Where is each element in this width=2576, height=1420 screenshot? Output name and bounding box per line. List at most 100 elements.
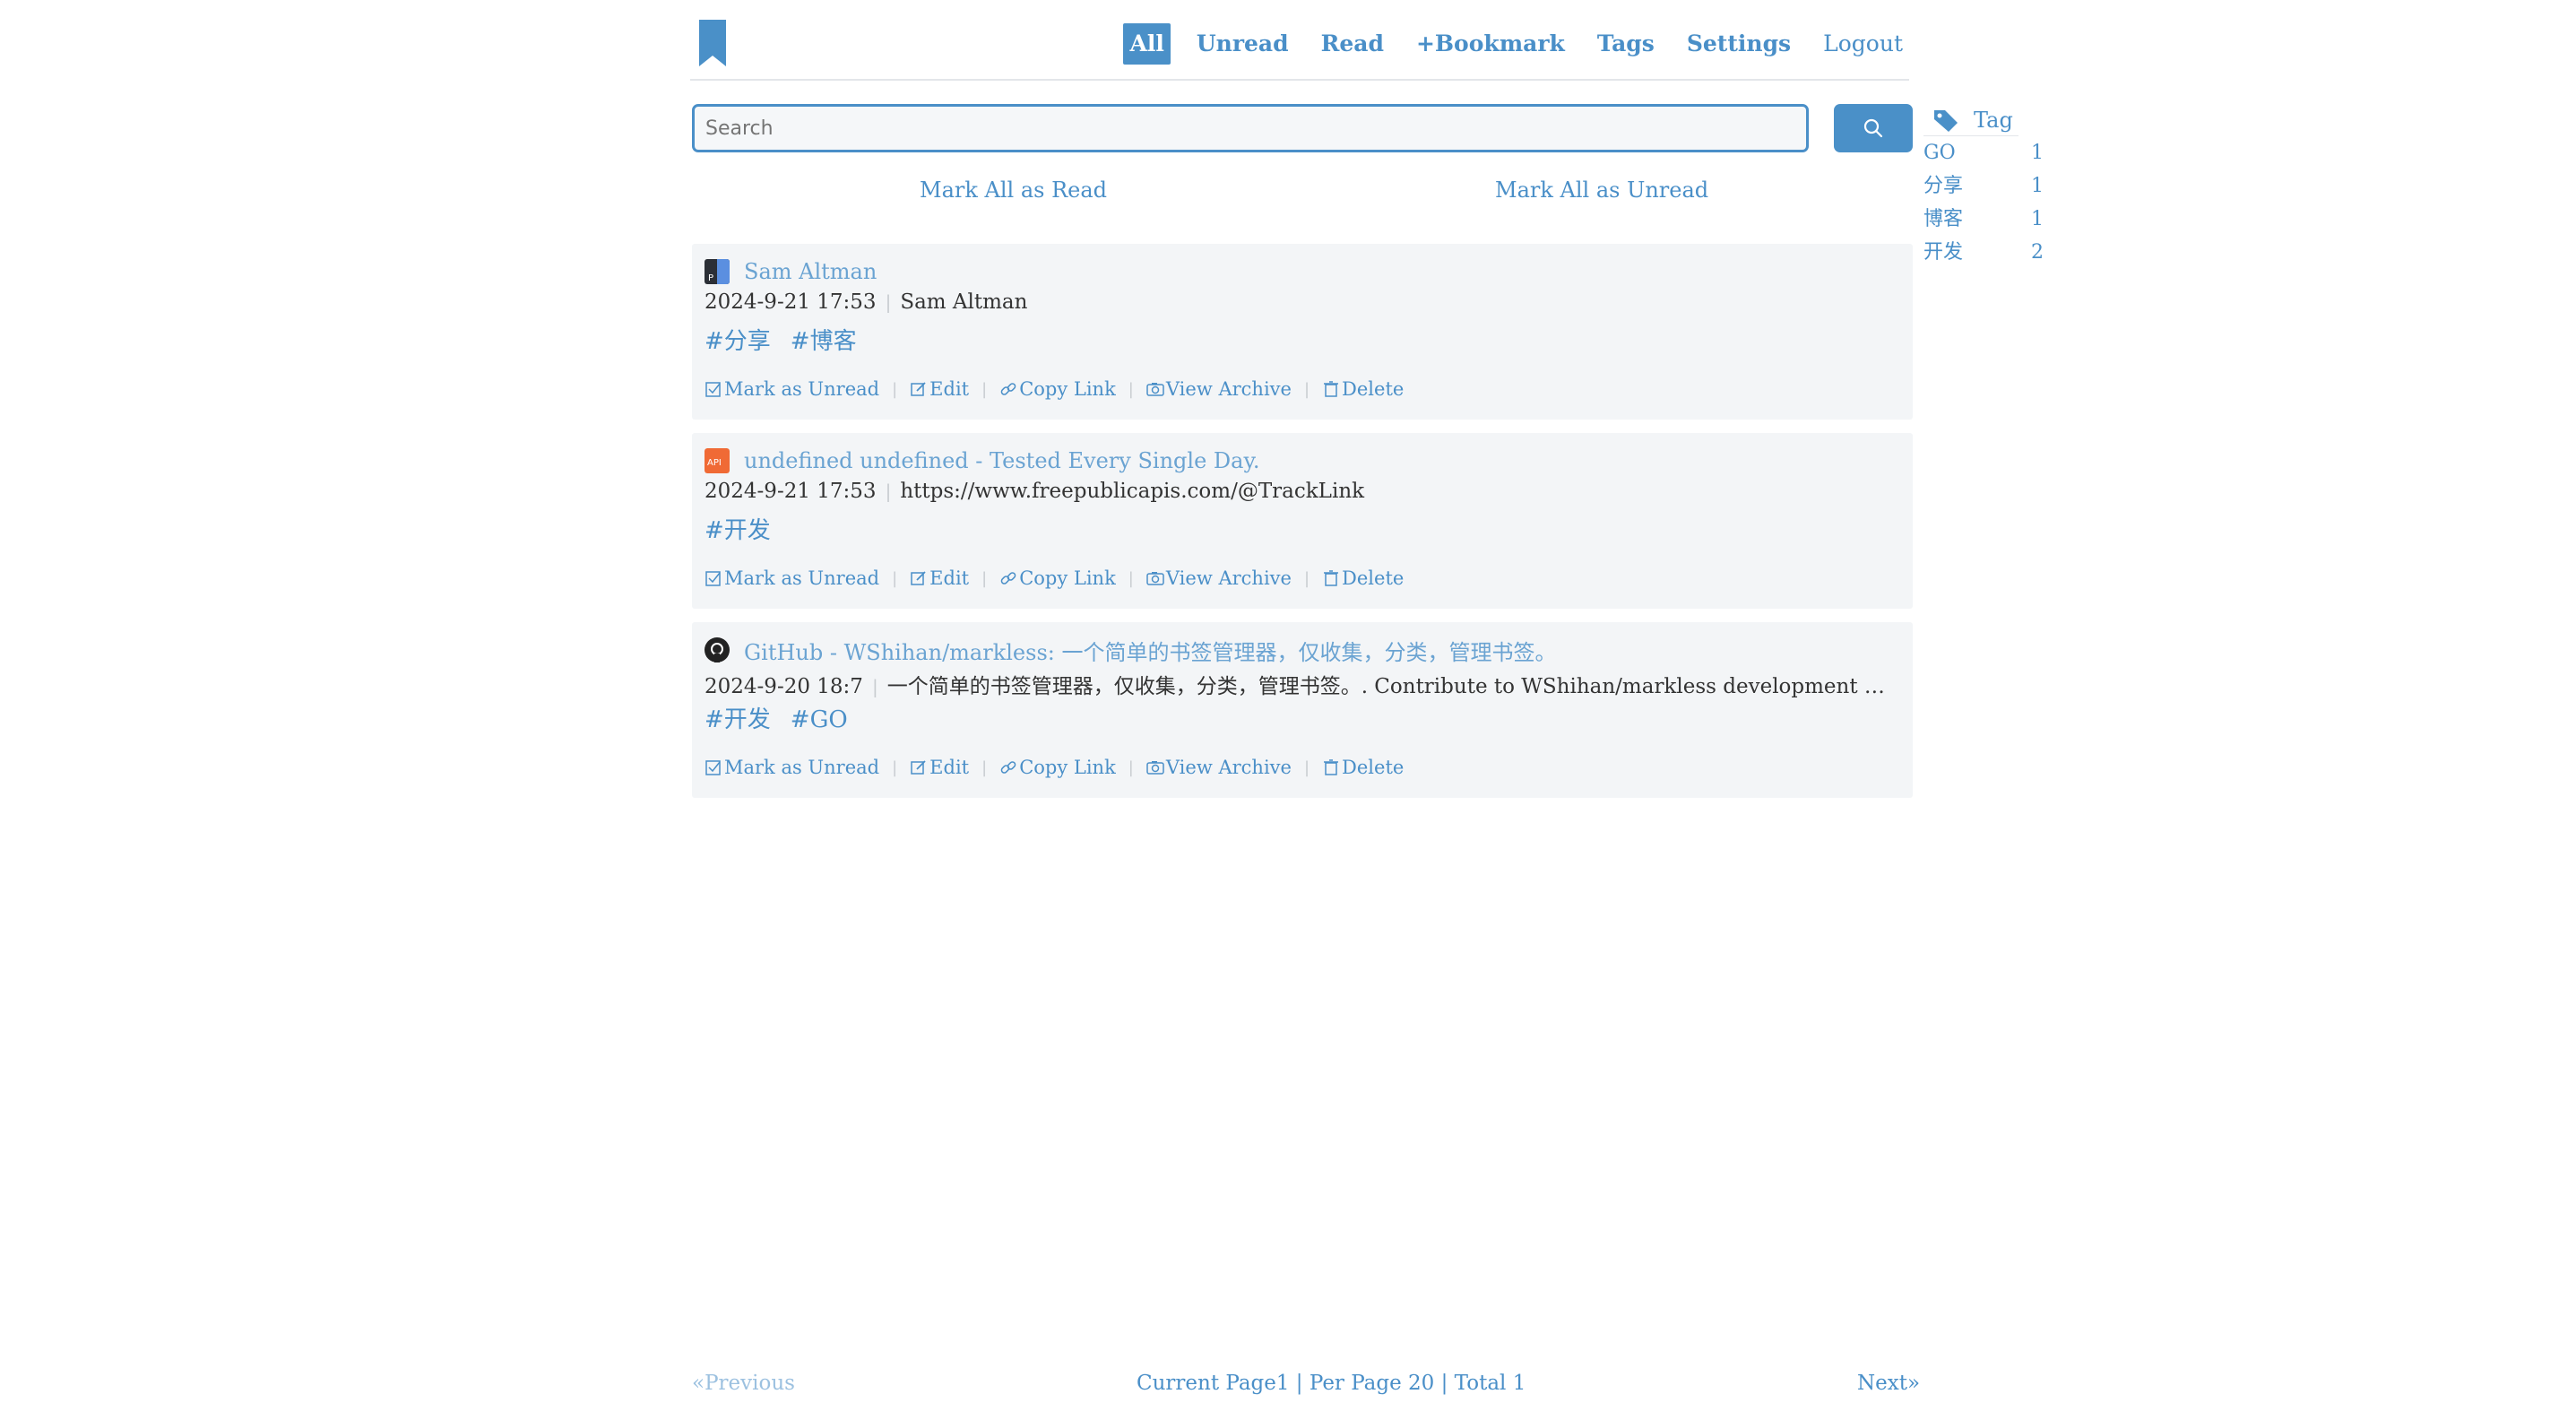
tag-link[interactable]: #博客: [791, 328, 857, 355]
divider: |: [892, 758, 898, 777]
delete-button[interactable]: Delete: [1322, 378, 1404, 400]
edit-button[interactable]: Edit: [910, 567, 969, 589]
main-nav: All Unread Read +Bookmark Tags Settings …: [1103, 23, 1909, 65]
bookmark-tags: #开发 #GO: [705, 701, 868, 734]
nav-all[interactable]: All: [1123, 23, 1171, 65]
copy-link-button[interactable]: Copy Link: [999, 757, 1116, 778]
bookmark-actions: Mark as Unread | Edit | Copy Link | View…: [705, 757, 1404, 778]
link-icon: [1000, 761, 1016, 774]
bookmark-title-link[interactable]: P Sam Altman: [705, 258, 877, 285]
mark-unread-button[interactable]: Mark as Unread: [705, 378, 879, 400]
bookmark-title: Sam Altman: [744, 259, 877, 284]
api-favicon-icon: API: [705, 448, 730, 473]
divider: |: [885, 291, 892, 313]
nav-tags[interactable]: Tags: [1591, 23, 1661, 65]
tag-panel-header: Tag: [1923, 104, 2018, 136]
divider: |: [1128, 379, 1134, 399]
bookmark-meta: 2024-9-20 18:7 | 一个简单的书签管理器，仅收集，分类，管理书签。. …: [705, 669, 1897, 699]
divider: |: [1128, 758, 1134, 777]
edit-label: Edit: [929, 378, 970, 400]
bookmark-title-link[interactable]: API undefined undefined - Tested Every S…: [705, 447, 1259, 474]
trash-icon: [1324, 381, 1339, 397]
search-input[interactable]: [692, 104, 1809, 152]
bookmark-logo-icon[interactable]: [699, 20, 726, 66]
divider: |: [1303, 568, 1310, 588]
tag-link[interactable]: #开发: [705, 517, 771, 544]
previous-page-link[interactable]: «Previous: [692, 1372, 795, 1395]
bookmark-actions: Mark as Unread | Edit | Copy Link | View…: [705, 378, 1404, 400]
divider: |: [871, 676, 878, 697]
view-archive-button[interactable]: View Archive: [1146, 378, 1292, 400]
link-icon: [1000, 572, 1016, 584]
mark-unread-button[interactable]: Mark as Unread: [705, 567, 879, 589]
view-archive-label: View Archive: [1165, 567, 1292, 589]
nav-add-bookmark[interactable]: +Bookmark: [1410, 23, 1571, 65]
camera-icon: [1146, 761, 1164, 775]
next-page-link[interactable]: Next»: [1857, 1372, 1920, 1395]
bookmark-card: API undefined undefined - Tested Every S…: [692, 433, 1913, 609]
delete-label: Delete: [1342, 567, 1405, 589]
svg-text:API: API: [707, 458, 722, 468]
nav-settings[interactable]: Settings: [1681, 23, 1797, 65]
page-info: Current Page1 | Per Page 20 | Total 1: [1137, 1372, 1526, 1395]
nav-unread[interactable]: Unread: [1190, 23, 1295, 65]
checkbox-icon: [705, 571, 721, 586]
bookmark-date: 2024-9-21 17:53: [705, 480, 877, 503]
header: All Unread Read +Bookmark Tags Settings …: [690, 0, 1909, 81]
edit-label: Edit: [929, 567, 970, 589]
view-archive-button[interactable]: View Archive: [1146, 567, 1292, 589]
mark-unread-button[interactable]: Mark as Unread: [705, 757, 879, 778]
copy-link-label: Copy Link: [1019, 378, 1116, 400]
tag-panel: Tag GO 1 分享 1 博客 1 开发 2: [1923, 104, 2049, 269]
search-button[interactable]: [1834, 104, 1913, 152]
pencil-icon: [911, 571, 926, 585]
view-archive-label: View Archive: [1165, 378, 1292, 400]
delete-button[interactable]: Delete: [1322, 567, 1404, 589]
tag-row[interactable]: 开发 2: [1923, 236, 2044, 269]
tag-count: 1: [2031, 175, 2044, 197]
page: All Unread Read +Bookmark Tags Settings …: [0, 0, 2576, 1420]
bookmark-title-link[interactable]: GitHub - WShihan/markless: 一个简单的书签管理器，仅收…: [705, 636, 1557, 665]
checkbox-icon: [705, 760, 721, 775]
bookmark-meta: 2024-9-21 17:53 | https://www.freepublicap…: [705, 480, 1897, 503]
bookmark-description: 一个简单的书签管理器，仅收集，分类，管理书签。. Contribute to W…: [886, 675, 1885, 698]
bookmark-title: GitHub - WShihan/markless: 一个简单的书签管理器，仅收…: [744, 639, 1557, 665]
view-archive-button[interactable]: View Archive: [1146, 757, 1292, 778]
mark-all-read-button[interactable]: Mark All as Read: [920, 178, 1107, 203]
checkbox-icon: [705, 382, 721, 397]
copy-link-button[interactable]: Copy Link: [999, 378, 1116, 400]
nav-logout[interactable]: Logout: [1817, 23, 1909, 65]
nav-read[interactable]: Read: [1315, 23, 1390, 65]
tag-row[interactable]: 分享 1: [1923, 169, 2044, 203]
tag-row[interactable]: GO 1: [1923, 136, 2044, 169]
github-icon: [705, 637, 730, 662]
tag-link[interactable]: #GO: [791, 706, 848, 733]
bookmark-description: Sam Altman: [900, 290, 1028, 314]
mark-all-unread-button[interactable]: Mark All as Unread: [1495, 178, 1708, 203]
tag-icon: [1934, 109, 1958, 132]
bookmark-title: undefined undefined - Tested Every Singl…: [744, 448, 1260, 473]
search-icon: [1863, 118, 1883, 138]
tag-row[interactable]: 博客 1: [1923, 203, 2044, 236]
bookmark-tags: #分享 #博客: [705, 323, 877, 356]
mark-unread-label: Mark as Unread: [724, 567, 880, 589]
mark-unread-label: Mark as Unread: [724, 757, 880, 778]
pencil-icon: [911, 760, 926, 775]
delete-button[interactable]: Delete: [1322, 757, 1404, 778]
mark-unread-label: Mark as Unread: [724, 378, 880, 400]
edit-button[interactable]: Edit: [910, 757, 969, 778]
divider: |: [1303, 379, 1310, 399]
copy-link-button[interactable]: Copy Link: [999, 567, 1116, 589]
bookmark-card: P Sam Altman 2024-9-21 17:53 | Sam Altman …: [692, 244, 1913, 420]
divider: |: [1303, 758, 1310, 777]
view-archive-label: View Archive: [1165, 757, 1292, 778]
tag-link[interactable]: #开发: [705, 706, 771, 733]
tag-name: 分享: [1923, 175, 1964, 197]
tag-count: 2: [2031, 241, 2044, 264]
divider: |: [981, 758, 988, 777]
divider: |: [892, 568, 898, 588]
tag-link[interactable]: #分享: [705, 328, 771, 355]
edit-button[interactable]: Edit: [910, 378, 969, 400]
bookmark-actions: Mark as Unread | Edit | Copy Link | View…: [705, 567, 1404, 589]
divider: |: [981, 568, 988, 588]
